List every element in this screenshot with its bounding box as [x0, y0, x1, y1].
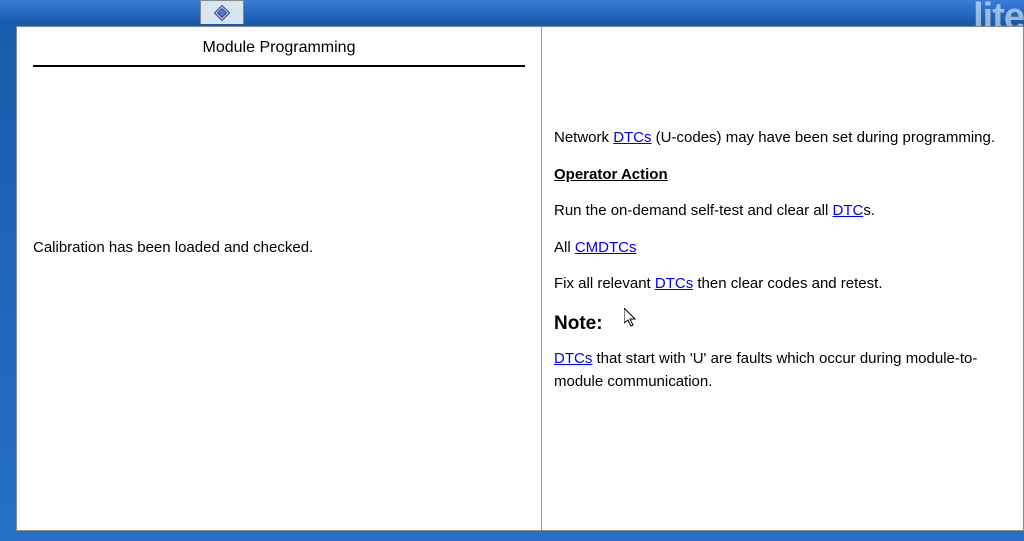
title-bar: lite — [0, 0, 1024, 24]
dtcs-link-3[interactable]: DTCs — [655, 275, 693, 292]
main-content-area: Module Programming Calibration has been … — [16, 26, 1024, 531]
cmdtcs-line: All CMDTCs — [554, 237, 1011, 260]
dtcs-link-4[interactable]: DTCs — [554, 350, 592, 367]
calibration-status-text: Calibration has been loaded and checked. — [33, 239, 313, 256]
cmdtcs-link[interactable]: CMDTCs — [575, 239, 637, 256]
dtcs-link-1[interactable]: DTCs — [613, 129, 651, 146]
diamond-icon — [213, 4, 231, 22]
left-content: Calibration has been loaded and checked. — [33, 79, 525, 518]
note-heading: Note: — [554, 310, 1011, 339]
left-panel: Module Programming Calibration has been … — [17, 27, 542, 530]
operator-action-heading: Operator Action — [554, 164, 1011, 187]
self-test-line: Run the on-demand self-test and clear al… — [554, 200, 1011, 223]
panel-title: Module Programming — [33, 39, 525, 67]
fix-dtcs-line: Fix all relevant DTCs then clear codes a… — [554, 273, 1011, 296]
right-panel: Network DTCs (U-codes) may have been set… — [542, 27, 1023, 530]
dtc-link-2[interactable]: DTC — [833, 202, 864, 219]
module-icon-tab[interactable] — [200, 0, 244, 24]
note-text: DTCs that start with 'U' are faults whic… — [554, 348, 1011, 393]
network-dtcs-line: Network DTCs (U-codes) may have been set… — [554, 127, 1011, 150]
